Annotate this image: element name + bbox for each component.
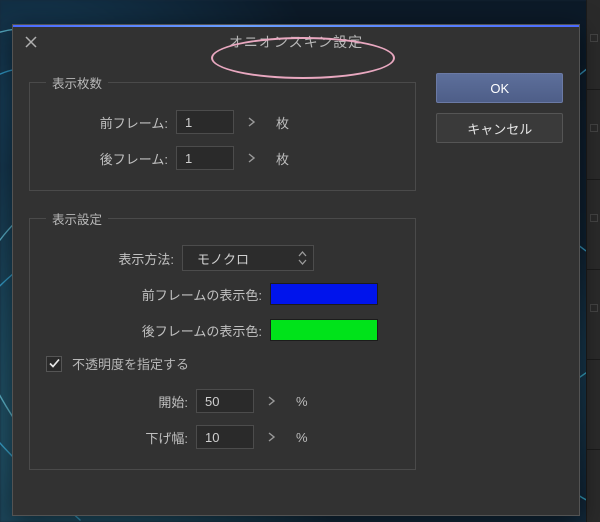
chevron-down-icon	[298, 259, 307, 265]
opacity-start-input[interactable]	[196, 389, 254, 413]
opacity-step-input[interactable]	[196, 425, 254, 449]
next-frame-input[interactable]	[176, 146, 234, 170]
next-frame-label: 後フレーム:	[42, 149, 168, 168]
opacity-start-stepper[interactable]	[262, 391, 282, 411]
prev-frame-stepper[interactable]	[242, 112, 262, 132]
cancel-button[interactable]: キャンセル	[436, 113, 563, 143]
next-color-swatch[interactable]	[270, 319, 378, 341]
frame-count-group: 表示枚数 前フレーム: 枚 後フレーム: 枚	[29, 73, 416, 191]
next-frame-stepper[interactable]	[242, 148, 262, 168]
chevron-right-icon	[268, 396, 276, 406]
prev-frame-input[interactable]	[176, 110, 234, 134]
opacity-checkbox[interactable]	[46, 356, 62, 372]
prev-color-swatch[interactable]	[270, 283, 378, 305]
opacity-step-stepper[interactable]	[262, 427, 282, 447]
display-method-select[interactable]: モノクロ	[182, 245, 314, 271]
select-spin-icon	[298, 251, 307, 265]
close-icon	[25, 36, 37, 48]
opacity-checkbox-label: 不透明度を指定する	[72, 354, 189, 373]
prev-frame-label: 前フレーム:	[42, 113, 168, 132]
display-settings-group: 表示設定 表示方法: モノクロ 前フレームの表示色:	[29, 209, 416, 470]
chevron-right-icon	[268, 432, 276, 442]
display-method-value: モノクロ	[197, 249, 249, 268]
check-icon	[49, 358, 60, 369]
opacity-start-label: 開始:	[42, 392, 188, 411]
opacity-start-unit: %	[296, 394, 308, 409]
ok-button[interactable]: OK	[436, 73, 563, 103]
opacity-step-unit: %	[296, 430, 308, 445]
opacity-step-label: 下げ幅:	[42, 428, 188, 447]
chevron-up-icon	[298, 251, 307, 257]
prev-frame-unit: 枚	[276, 113, 289, 132]
titlebar: オニオンスキン設定	[13, 27, 579, 57]
onion-skin-settings-dialog: オニオンスキン設定 表示枚数 前フレーム: 枚 後フレーム:	[12, 24, 580, 516]
dialog-title: オニオンスキン設定	[229, 32, 363, 52]
next-color-label: 後フレームの表示色:	[42, 321, 262, 340]
prev-color-label: 前フレームの表示色:	[42, 285, 262, 304]
frame-count-legend: 表示枚数	[46, 73, 108, 92]
chevron-right-icon	[248, 117, 256, 127]
close-button[interactable]	[13, 27, 49, 57]
chevron-right-icon	[248, 153, 256, 163]
display-method-label: 表示方法:	[42, 249, 174, 268]
next-frame-unit: 枚	[276, 149, 289, 168]
display-settings-legend: 表示設定	[46, 209, 108, 228]
